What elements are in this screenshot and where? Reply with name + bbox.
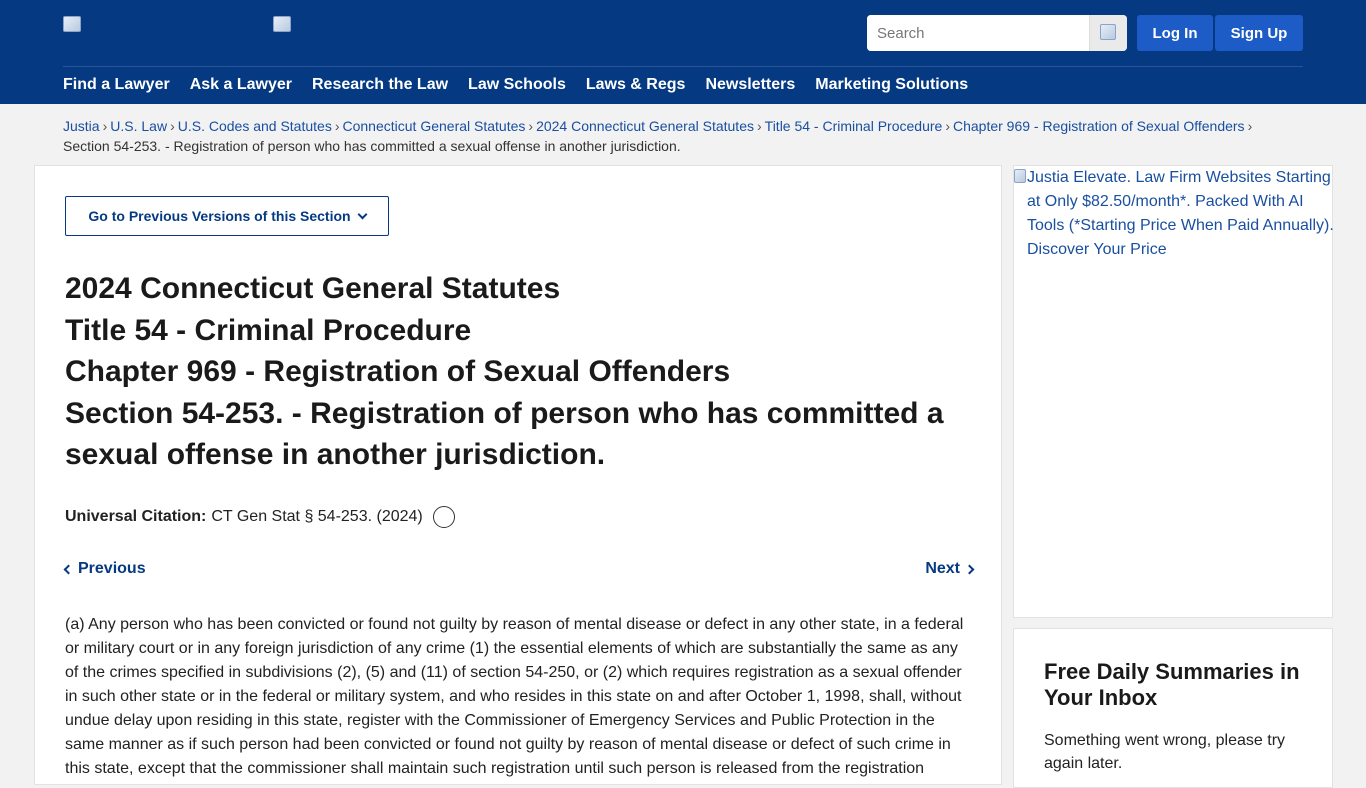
breadcrumb-link-us-law[interactable]: U.S. Law [110,118,167,134]
universal-citation: Universal Citation: CT Gen Stat § 54-253… [65,506,455,528]
secondary-logo-image[interactable] [273,16,291,32]
breadcrumb-link-us-codes[interactable]: U.S. Codes and Statutes [178,118,332,134]
page-title: 2024 Connecticut General Statutes Title … [65,268,945,476]
nav-ask-a-lawyer[interactable]: Ask a Lawyer [190,76,292,94]
justia-logo-image[interactable] [63,16,81,32]
previous-section-link[interactable]: Previous [63,560,146,578]
ad-alt-text: Justia Elevate. Law Firm Websites Starti… [1027,169,1334,258]
section-pager: Previous Next [63,560,975,584]
breadcrumb-separator: › [170,118,175,134]
breadcrumb-separator: › [102,118,108,134]
chevron-right-icon [964,564,975,574]
statute-text: (a) Any person who has been convicted or… [65,616,964,777]
chevron-down-icon [357,209,368,219]
breadcrumb-separator: › [528,118,534,134]
breadcrumb-link-justia[interactable]: Justia [63,118,100,134]
citation-label: Universal Citation: [65,508,207,525]
ad-image-alt[interactable]: Justia Elevate. Law Firm Websites Starti… [1014,166,1334,262]
next-section-link[interactable]: Next [925,560,975,578]
header-divider [63,66,1303,67]
breadcrumb: Justia › U.S. Law › U.S. Codes and Statutes ›… [63,116,1303,156]
broken-image-icon [1014,169,1026,183]
next-label: Next [925,560,960,577]
site-header: Log In Sign Up Find a Lawyer Ask a Lawye… [0,0,1366,104]
sidebar-ad[interactable]: Justia Elevate. Law Firm Websites Starti… [1013,165,1334,618]
breadcrumb-link-title-54[interactable]: Title 54 - Criminal Procedure [765,118,943,134]
nav-newsletters[interactable]: Newsletters [705,76,795,94]
breadcrumb-current: Section 54-253. - Registration of person… [63,138,681,154]
breadcrumb-separator: › [334,118,340,134]
nav-laws-and-regs[interactable]: Laws & Regs [586,76,686,94]
nav-law-schools[interactable]: Law Schools [468,76,566,94]
login-button[interactable]: Log In [1137,15,1213,51]
breadcrumb-separator: › [1247,118,1253,134]
breadcrumb-link-2024-ct-statutes[interactable]: 2024 Connecticut General Statutes [536,118,754,134]
title-chapter: Chapter 969 - Registration of Sexual Off… [65,355,731,388]
main-content-card: Go to Previous Versions of this Section … [34,165,1002,785]
newsletter-widget: Free Daily Summaries in Your Inbox Somet… [1013,628,1333,788]
chevron-left-icon [63,564,74,574]
signup-button[interactable]: Sign Up [1215,15,1303,51]
search-icon [1100,24,1116,40]
search-button[interactable] [1089,15,1127,51]
citation-value: CT Gen Stat § 54-253. (2024) [211,508,423,525]
title-title: Title 54 - Criminal Procedure [65,313,472,347]
nav-research-the-law[interactable]: Research the Law [312,76,448,94]
title-statutes: 2024 Connecticut General Statutes [65,272,561,305]
previous-versions-label: Go to Previous Versions of this Section [88,208,351,224]
nav-find-a-lawyer[interactable]: Find a Lawyer [63,76,170,94]
breadcrumb-separator: › [756,118,762,134]
newsletter-title: Free Daily Summaries in Your Inbox [1044,659,1300,710]
breadcrumb-link-chapter-969[interactable]: Chapter 969 - Registration of Sexual Off… [953,118,1245,134]
previous-versions-dropdown[interactable]: Go to Previous Versions of this Section [65,196,389,236]
title-section: Section 54-253. - Registration of person… [65,396,944,472]
search-input[interactable] [867,15,1089,51]
breadcrumb-link-ct-statutes[interactable]: Connecticut General Statutes [343,118,526,134]
newsletter-error-message: Something went wrong, please try again l… [1044,732,1286,772]
previous-label: Previous [78,560,146,577]
copy-citation-icon[interactable] [432,506,455,528]
breadcrumb-separator: › [945,118,950,134]
search-bar [867,15,1127,51]
nav-marketing-solutions[interactable]: Marketing Solutions [815,76,968,94]
main-nav: Find a Lawyer Ask a Lawyer Research the … [63,76,988,94]
